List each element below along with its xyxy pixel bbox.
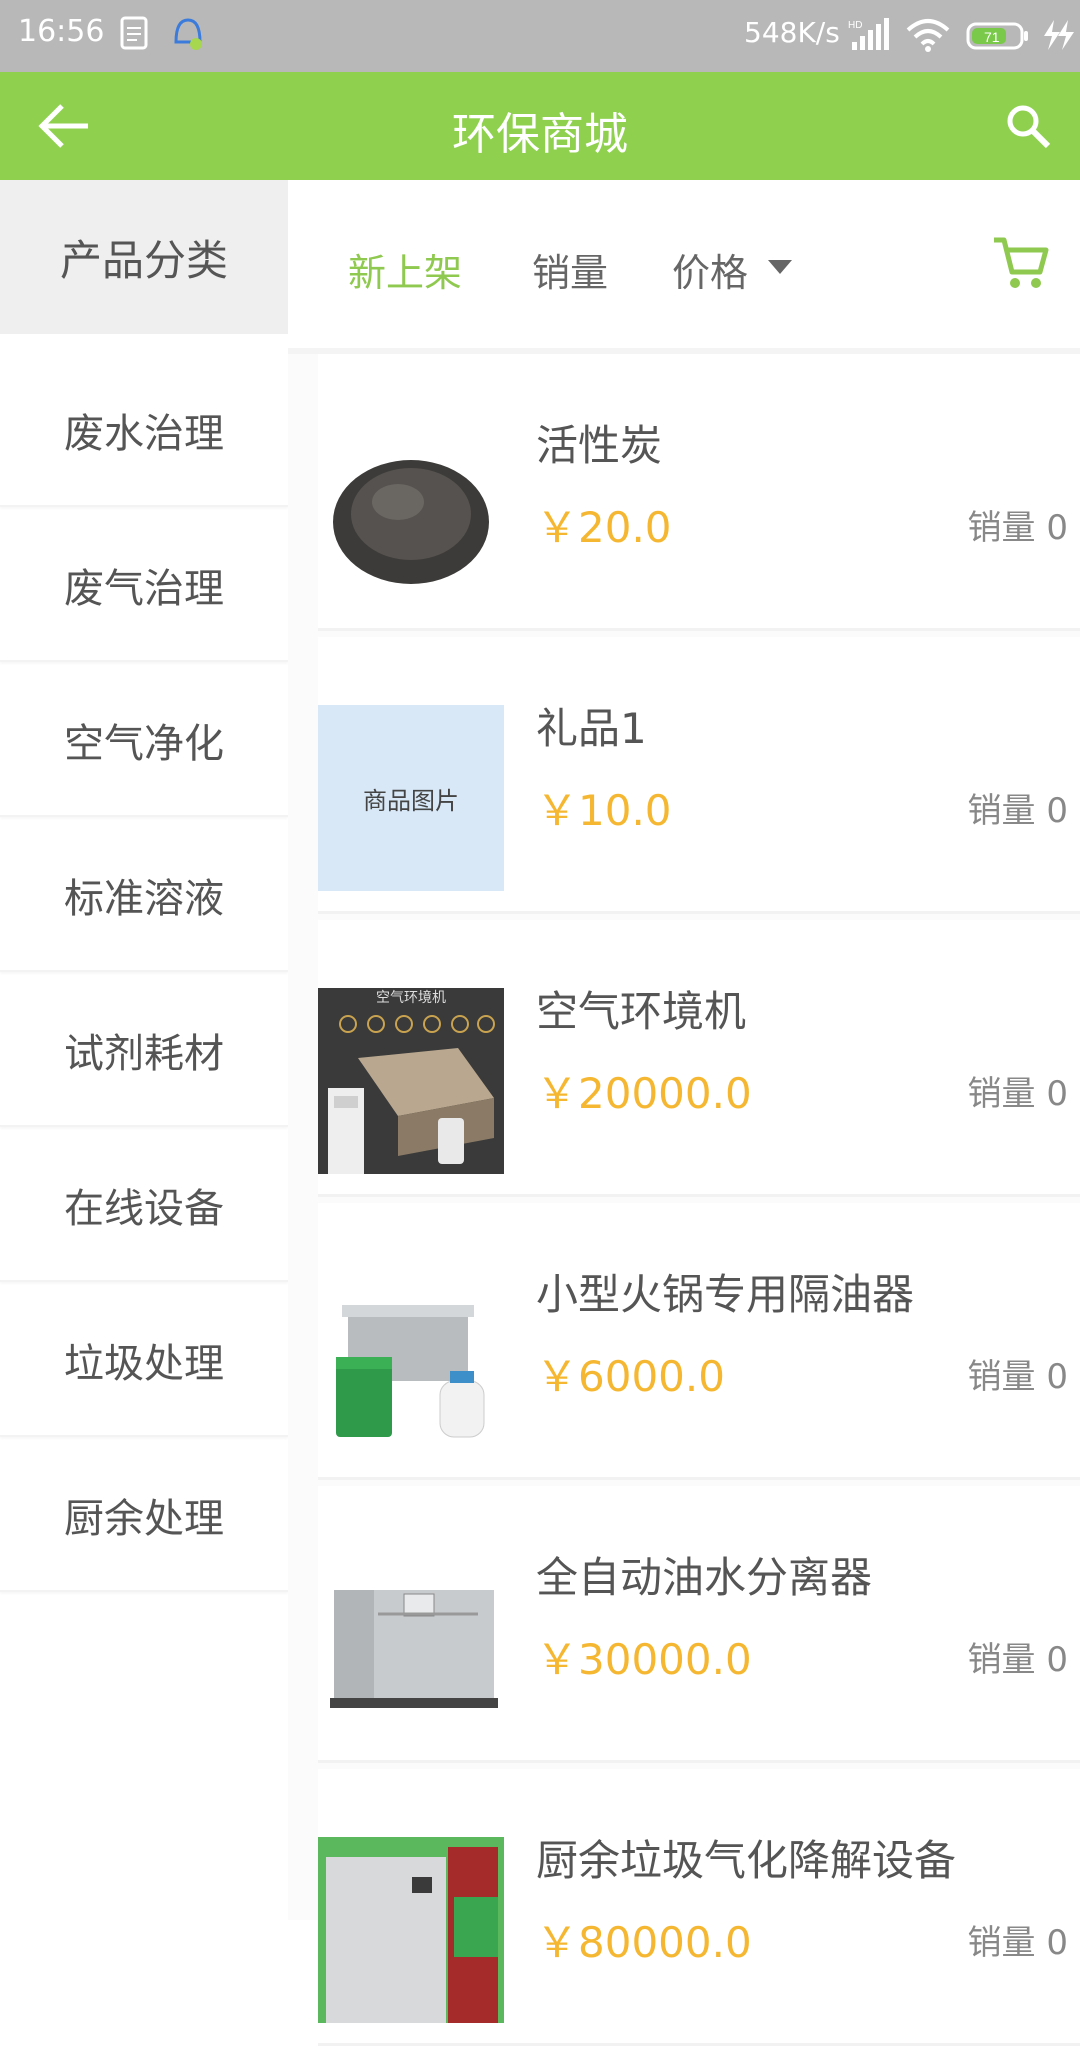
product-card[interactable]: 小型火锅专用隔油器 ￥6000.0 销量 0 (318, 1203, 1080, 1480)
product-sales: 销量 0 (967, 1074, 1068, 1114)
category-item-kitchen-waste[interactable]: 厨余处理 (0, 1440, 288, 1592)
product-sales: 销量 0 (967, 1357, 1068, 1397)
product-image-grease-trap (318, 1271, 504, 1457)
category-item-online-equipment[interactable]: 在线设备 (0, 1130, 288, 1282)
product-price: ￥20.0 (536, 503, 672, 552)
sort-new-tab[interactable]: 新上架 (348, 242, 462, 297)
battery-icon: 71 (966, 22, 1028, 50)
product-card[interactable]: 活性炭 ￥20.0 销量 0 (318, 354, 1080, 631)
product-image-placeholder: 商品图片 (318, 705, 504, 891)
product-sales: 销量 0 (967, 508, 1068, 548)
product-sales: 销量 0 (967, 1923, 1068, 1963)
page-title: 环保商城 (452, 109, 628, 160)
product-price: ￥6000.0 (536, 1352, 725, 1401)
status-time: 16:56 (18, 14, 105, 49)
product-name: 空气环境机 (536, 987, 747, 1036)
status-bar: 16:56 548K/s HD 71 (0, 0, 1080, 72)
category-item-garbage[interactable]: 垃圾处理 (0, 1285, 288, 1437)
product-card[interactable]: 商品图片 礼品1 ￥10.0 销量 0 (318, 637, 1080, 914)
product-list: 活性炭 ￥20.0 销量 0 商品图片 礼品1 ￥10.0 销量 0 空气环境机 (318, 354, 1080, 2052)
product-price: ￥30000.0 (536, 1635, 752, 1684)
product-price: ￥20000.0 (536, 1069, 752, 1118)
sort-price-tab[interactable]: 价格 (672, 242, 748, 297)
product-content: 新上架 销量 价格 活性炭 ￥20.0 销量 0 商品图片 礼品1 ￥10.0 … (288, 180, 1080, 2046)
product-card[interactable]: 空气环境机 空气环境机 ￥20000.0 销量 0 (318, 920, 1080, 1197)
product-sales: 销量 0 (967, 1640, 1068, 1680)
product-card[interactable]: 全自动油水分离器 ￥30000.0 销量 0 (318, 1486, 1080, 1763)
air-machine-image-title: 空气环境机 (376, 990, 446, 1006)
product-card[interactable]: 厨余垃圾气化降解设备 ￥80000.0 销量 0 (318, 1769, 1080, 2046)
product-price: ￥80000.0 (536, 1918, 752, 1967)
product-name: 礼品1 (536, 704, 647, 753)
product-image-air-machine: 空气环境机 (318, 988, 504, 1174)
cart-icon[interactable] (990, 232, 1050, 292)
svg-text:HD: HD (848, 20, 862, 31)
assistant-icon (174, 18, 202, 50)
notes-icon (120, 16, 148, 50)
category-item-reagents[interactable]: 试剂耗材 (0, 975, 288, 1127)
app-bar: 环保商城 (0, 72, 1080, 180)
product-image-oil-water-separator (318, 1554, 504, 1740)
sort-sales-tab[interactable]: 销量 (532, 242, 608, 297)
product-sales: 销量 0 (967, 791, 1068, 831)
product-price: ￥10.0 (536, 786, 672, 835)
category-item-wastewater[interactable]: 废水治理 (0, 355, 288, 507)
category-item-standard-solution[interactable]: 标准溶液 (0, 820, 288, 972)
product-image-kitchen-waste-equipment (318, 1837, 504, 2023)
product-name: 全自动油水分离器 (536, 1553, 873, 1602)
sort-bar: 新上架 销量 价格 (288, 180, 1080, 354)
category-sidebar: 产品分类 废水治理 废气治理 空气净化 标准溶液 试剂耗材 在线设备 垃圾处理 … (0, 180, 288, 1920)
sidebar-header: 产品分类 (0, 180, 288, 334)
category-item-exhaust-gas[interactable]: 废气治理 (0, 510, 288, 662)
network-speed: 548K/s (744, 16, 840, 49)
product-name: 厨余垃圾气化降解设备 (536, 1836, 957, 1885)
wifi-icon (906, 19, 950, 52)
charging-icon (1044, 20, 1074, 50)
category-list: 废水治理 废气治理 空气净化 标准溶液 试剂耗材 在线设备 垃圾处理 厨余处理 (0, 334, 288, 1592)
placeholder-text: 商品图片 (363, 786, 459, 815)
battery-level: 71 (984, 29, 1000, 45)
category-item-air-purification[interactable]: 空气净化 (0, 665, 288, 817)
signal-icon: HD (848, 18, 889, 50)
search-icon[interactable] (1004, 102, 1052, 150)
product-name: 小型火锅专用隔油器 (536, 1270, 915, 1319)
product-image-activated-carbon (318, 422, 504, 608)
product-name: 活性炭 (536, 421, 663, 470)
caret-down-icon (768, 260, 792, 274)
